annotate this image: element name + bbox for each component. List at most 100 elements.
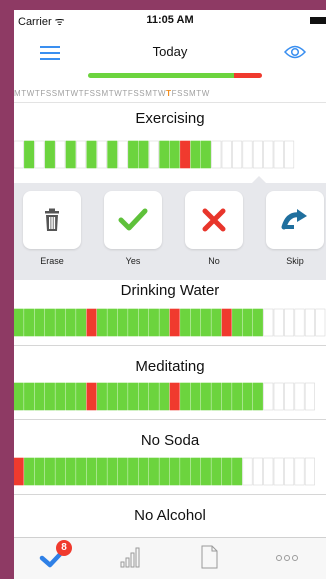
habit-day-cell[interactable] xyxy=(190,382,201,411)
habit-day-cell[interactable] xyxy=(128,308,139,337)
habit-day-cell[interactable] xyxy=(200,382,211,411)
habit-day-cell[interactable] xyxy=(180,308,191,337)
habit-day-cell[interactable] xyxy=(76,140,87,169)
habit-day-cell[interactable] xyxy=(148,382,159,411)
tab-notes[interactable] xyxy=(170,538,248,579)
habit-day-cell[interactable] xyxy=(232,308,243,337)
habit-day-cell[interactable] xyxy=(65,308,76,337)
habit-title-exercising[interactable]: Exercising xyxy=(14,110,326,127)
habit-day-cell[interactable] xyxy=(14,140,24,169)
habit-day-cell[interactable] xyxy=(169,140,180,169)
habit-day-cell[interactable] xyxy=(14,308,24,337)
habit-day-cell[interactable] xyxy=(55,457,66,486)
eye-icon[interactable] xyxy=(283,45,307,64)
habit-day-cell[interactable] xyxy=(34,457,45,486)
habit-track-exercising[interactable] xyxy=(14,140,326,169)
habit-day-cell[interactable] xyxy=(138,382,149,411)
habit-title-no-alcohol[interactable]: No Alcohol xyxy=(14,507,326,524)
habit-day-cell[interactable] xyxy=(86,457,97,486)
habit-day-cell[interactable] xyxy=(221,308,232,337)
habit-day-cell[interactable] xyxy=(221,140,232,169)
habit-day-cell[interactable] xyxy=(284,457,295,486)
habit-day-cell[interactable] xyxy=(44,140,55,169)
habit-day-cell[interactable] xyxy=(128,140,139,169)
habit-day-cell[interactable] xyxy=(221,457,232,486)
habit-day-cell[interactable] xyxy=(242,140,253,169)
habit-day-cell[interactable] xyxy=(284,308,295,337)
habit-day-cell[interactable] xyxy=(128,382,139,411)
habit-day-cell[interactable] xyxy=(180,140,191,169)
habit-day-cell[interactable] xyxy=(232,382,243,411)
habit-day-cell[interactable] xyxy=(117,140,128,169)
habit-day-cell[interactable] xyxy=(24,457,35,486)
habit-day-cell[interactable] xyxy=(107,140,118,169)
habit-day-cell[interactable] xyxy=(96,140,107,169)
habit-day-cell[interactable] xyxy=(148,308,159,337)
habit-day-cell[interactable] xyxy=(294,457,305,486)
habit-day-cell[interactable] xyxy=(24,140,35,169)
habit-day-cell[interactable] xyxy=(14,457,24,486)
habit-day-cell[interactable] xyxy=(252,308,263,337)
habit-day-cell[interactable] xyxy=(242,457,253,486)
habit-day-cell[interactable] xyxy=(169,382,180,411)
habit-day-cell[interactable] xyxy=(96,457,107,486)
habit-day-cell[interactable] xyxy=(34,140,45,169)
habit-day-cell[interactable] xyxy=(65,457,76,486)
habit-day-cell[interactable] xyxy=(86,382,97,411)
habit-day-cell[interactable] xyxy=(315,308,326,337)
tab-today[interactable]: 8 xyxy=(14,538,92,579)
habit-day-cell[interactable] xyxy=(138,308,149,337)
habit-day-cell[interactable] xyxy=(128,457,139,486)
habit-day-cell[interactable] xyxy=(55,308,66,337)
habit-day-cell[interactable] xyxy=(34,382,45,411)
habit-day-cell[interactable] xyxy=(273,457,284,486)
habit-day-cell[interactable] xyxy=(190,457,201,486)
yes-button[interactable] xyxy=(104,191,162,249)
habit-day-cell[interactable] xyxy=(138,140,149,169)
habit-day-cell[interactable] xyxy=(180,382,191,411)
habit-day-cell[interactable] xyxy=(211,140,222,169)
habit-day-cell[interactable] xyxy=(242,308,253,337)
habit-day-cell[interactable] xyxy=(252,140,263,169)
habit-day-cell[interactable] xyxy=(190,140,201,169)
habit-day-cell[interactable] xyxy=(190,308,201,337)
tab-more[interactable] xyxy=(248,538,326,579)
habit-day-cell[interactable] xyxy=(304,308,315,337)
habit-day-cell[interactable] xyxy=(148,457,159,486)
habit-day-cell[interactable] xyxy=(200,457,211,486)
habit-day-cell[interactable] xyxy=(55,382,66,411)
habit-day-cell[interactable] xyxy=(86,140,97,169)
habit-day-cell[interactable] xyxy=(211,308,222,337)
habit-day-cell[interactable] xyxy=(117,457,128,486)
habit-day-cell[interactable] xyxy=(159,140,170,169)
habit-day-cell[interactable] xyxy=(24,308,35,337)
habit-day-cell[interactable] xyxy=(263,308,274,337)
habit-day-cell[interactable] xyxy=(252,457,263,486)
habit-day-cell[interactable] xyxy=(55,140,66,169)
tab-stats[interactable] xyxy=(92,538,170,579)
skip-button[interactable] xyxy=(266,191,324,249)
habit-day-cell[interactable] xyxy=(117,308,128,337)
habit-day-cell[interactable] xyxy=(294,308,305,337)
habit-day-cell[interactable] xyxy=(65,382,76,411)
habit-day-cell[interactable] xyxy=(76,382,87,411)
habit-title-no-soda[interactable]: No Soda xyxy=(14,432,326,449)
habit-day-cell[interactable] xyxy=(211,382,222,411)
habit-day-cell[interactable] xyxy=(304,382,315,411)
habit-day-cell[interactable] xyxy=(44,382,55,411)
habit-day-cell[interactable] xyxy=(252,382,263,411)
habit-day-cell[interactable] xyxy=(86,308,97,337)
habit-day-cell[interactable] xyxy=(169,308,180,337)
habit-day-cell[interactable] xyxy=(117,382,128,411)
habit-day-cell[interactable] xyxy=(159,457,170,486)
habit-day-cell[interactable] xyxy=(24,382,35,411)
habit-day-cell[interactable] xyxy=(273,140,284,169)
habit-day-cell[interactable] xyxy=(200,140,211,169)
habit-day-cell[interactable] xyxy=(180,457,191,486)
habit-day-cell[interactable] xyxy=(34,308,45,337)
habit-day-cell[interactable] xyxy=(107,308,118,337)
habit-day-cell[interactable] xyxy=(76,308,87,337)
habit-day-cell[interactable] xyxy=(200,308,211,337)
habit-day-cell[interactable] xyxy=(107,382,118,411)
habit-day-cell[interactable] xyxy=(148,140,159,169)
